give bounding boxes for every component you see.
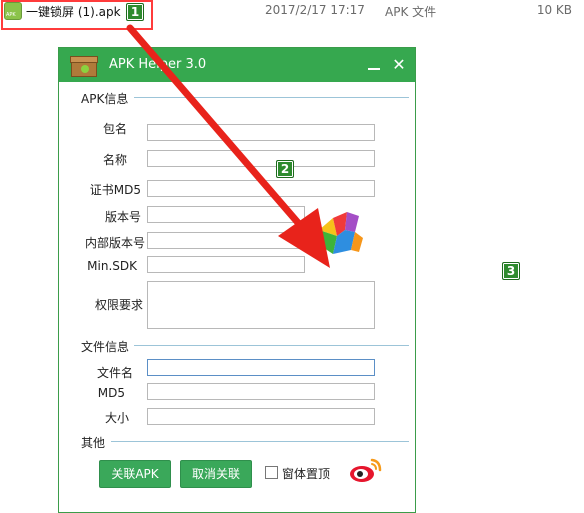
section-divider xyxy=(111,441,409,442)
label-cert-md5: 证书MD5 xyxy=(89,183,141,197)
topmost-label: 窗体置顶 xyxy=(282,467,331,481)
label-version-code: 内部版本号 xyxy=(84,236,145,250)
version-field[interactable] xyxy=(147,206,305,223)
label-file-name: 文件名 xyxy=(96,366,133,380)
apk-helper-window: APK Helper 3.0 ✕ APK信息 包名 名称 证书MD5 版本号 内… xyxy=(58,47,416,513)
minimize-button[interactable] xyxy=(365,56,383,74)
md5-field[interactable] xyxy=(147,383,375,400)
cert-md5-field[interactable] xyxy=(147,180,375,197)
label-size: 大小 xyxy=(104,411,129,425)
step-badge-3: 3 xyxy=(502,262,520,280)
section-divider xyxy=(134,345,409,346)
section-file-info: 文件信息 xyxy=(81,340,130,354)
label-package-name: 包名 xyxy=(102,122,127,136)
unassociate-button[interactable]: 取消关联 xyxy=(180,460,252,488)
treasure-chest-icon xyxy=(70,55,98,77)
min-sdk-field[interactable] xyxy=(147,256,305,273)
package-name-field[interactable] xyxy=(147,124,375,141)
label-md5: MD5 xyxy=(97,386,125,400)
file-date: 2017/2/17 17:17 xyxy=(265,3,365,17)
app-name-field[interactable] xyxy=(147,150,375,167)
section-apk-info: APK信息 xyxy=(81,92,129,106)
label-min-sdk: Min.SDK xyxy=(87,259,137,273)
file-name-field[interactable] xyxy=(147,359,375,376)
step-badge-2: 2 xyxy=(276,160,294,178)
topmost-checkbox[interactable] xyxy=(265,466,278,479)
close-button[interactable]: ✕ xyxy=(390,56,408,74)
360-logo-icon xyxy=(319,212,363,254)
minimize-icon xyxy=(368,68,380,70)
weibo-icon[interactable] xyxy=(348,456,382,484)
section-other: 其他 xyxy=(81,436,106,450)
section-divider xyxy=(134,97,409,98)
file-size: 10 KB xyxy=(536,3,572,17)
label-app-name: 名称 xyxy=(102,153,127,167)
window-title: APK Helper 3.0 xyxy=(109,57,207,72)
version-code-field[interactable] xyxy=(147,232,305,249)
permissions-textarea[interactable] xyxy=(147,281,375,329)
file-type: APK 文件 xyxy=(385,5,437,19)
label-permissions: 权限要求 xyxy=(94,298,143,312)
label-version: 版本号 xyxy=(104,210,141,224)
associate-apk-button[interactable]: 关联APK xyxy=(99,460,171,488)
title-bar[interactable]: APK Helper 3.0 ✕ xyxy=(59,48,415,82)
size-field[interactable] xyxy=(147,408,375,425)
step-badge-1: 1 xyxy=(126,3,144,21)
